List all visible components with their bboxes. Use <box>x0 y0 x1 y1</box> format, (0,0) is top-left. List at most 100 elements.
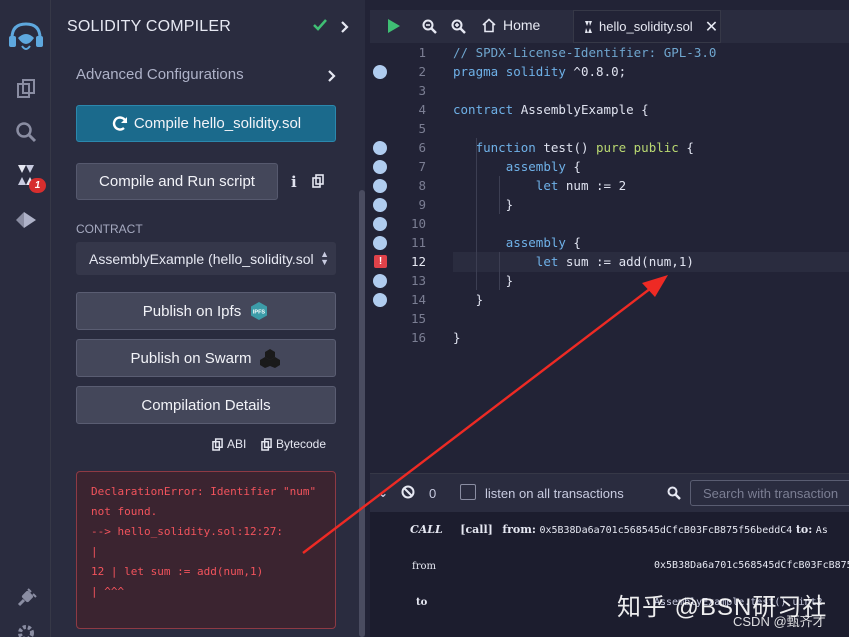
plugin-manager-icon[interactable] <box>0 585 51 611</box>
compile-error-message: DeclarationError: Identifier "num" not f… <box>76 471 336 629</box>
publish-ipfs-button[interactable]: Publish on Ipfs IPFS <box>76 292 336 330</box>
to-address: As <box>815 525 828 536</box>
breakpoint-dot-icon[interactable] <box>373 141 387 155</box>
close-tab-icon[interactable]: ✕ <box>705 17 718 37</box>
detail-from-key: from <box>412 561 436 572</box>
code-line[interactable]: // SPDX-License-Identifier: GPL-3.0 <box>453 43 716 62</box>
advanced-configurations-toggle[interactable]: Advanced Configurations <box>76 66 244 83</box>
breakpoint-dot-icon[interactable] <box>373 160 387 174</box>
breakpoint-dot-icon[interactable] <box>373 198 387 212</box>
code-line[interactable]: } <box>453 271 514 290</box>
error-line: --> hello_solidity.sol:12:27: <box>91 525 284 538</box>
chevron-right-icon[interactable] <box>328 69 336 87</box>
indent-guide <box>476 138 477 290</box>
compile-run-label: Compile and Run script <box>99 173 255 190</box>
line-number: 16 <box>410 330 426 345</box>
code-line[interactable]: contract AssemblyExample { <box>453 100 649 119</box>
breakpoint-dot-icon[interactable] <box>373 65 387 79</box>
gutter-line[interactable]: 14 <box>370 290 432 309</box>
contract-select[interactable]: AssemblyExample (hello_solidity.sol ▲ ▼ <box>76 242 336 275</box>
gutter-line[interactable]: 8 <box>370 176 432 195</box>
error-count-badge: 1 <box>29 178 46 193</box>
gutter-line[interactable]: 9 <box>370 195 432 214</box>
indent-guide <box>499 252 500 290</box>
terminal-search-input[interactable]: Search with transaction <box>690 480 849 506</box>
gutter-line[interactable]: 1 <box>370 43 432 62</box>
collapse-terminal-icon[interactable]: ⌄ <box>378 486 388 500</box>
gutter-line[interactable]: 13 <box>370 271 432 290</box>
gutter-line[interactable]: 11 <box>370 233 432 252</box>
settings-icon[interactable] <box>0 625 51 637</box>
code-line[interactable]: } <box>453 290 484 309</box>
error-line: | <box>91 545 98 558</box>
detail-to-key: to <box>416 597 428 608</box>
run-script-icon[interactable] <box>387 18 401 39</box>
copy-icon[interactable] <box>312 174 324 193</box>
line-number: 10 <box>410 216 426 231</box>
code-line[interactable]: pragma solidity ^0.8.0; <box>453 62 626 81</box>
line-number: 1 <box>418 45 426 60</box>
gutter-line[interactable]: 10 <box>370 214 432 233</box>
code-line[interactable]: } <box>453 195 514 214</box>
gutter-line[interactable]: 16 <box>370 328 432 347</box>
compile-button[interactable]: Compile hello_solidity.sol <box>76 105 336 142</box>
breakpoint-dot-icon[interactable] <box>373 293 387 307</box>
zoom-in-icon[interactable] <box>451 19 466 39</box>
call-tag: CALL <box>410 523 443 536</box>
abi-label: ABI <box>227 437 247 451</box>
compilation-details-label: Compilation Details <box>141 396 271 414</box>
panel-title: SOLIDITY COMPILER <box>67 18 232 35</box>
clear-console-icon[interactable] <box>401 485 415 504</box>
svg-text:IPFS: IPFS <box>253 310 266 316</box>
abi-copy-link[interactable]: ABI <box>212 437 246 451</box>
line-number: 6 <box>418 140 426 155</box>
breakpoint-dot-icon[interactable] <box>373 236 387 250</box>
publish-swarm-button[interactable]: Publish on Swarm <box>76 339 336 377</box>
contract-selected-value: AssemblyExample (hello_solidity.sol <box>89 250 314 267</box>
gutter-line[interactable]: 6 <box>370 138 432 157</box>
compilation-details-button[interactable]: Compilation Details <box>76 386 336 424</box>
code-editor[interactable]: 1 2 3 4 5 6 7 8 9 10 11! 12 13 14 15 16 // SPDX-License… <box>370 43 849 473</box>
gutter-line[interactable]: ! 12 <box>370 252 432 271</box>
gutter-line[interactable]: 7 <box>370 157 432 176</box>
compile-and-run-button[interactable]: Compile and Run script <box>76 163 278 200</box>
tab-file-label: hello_solidity.sol <box>599 19 693 34</box>
breakpoint-dot-icon[interactable] <box>373 217 387 231</box>
panel-chevron-right-icon[interactable] <box>341 20 349 38</box>
bytecode-label: Bytecode <box>276 437 327 451</box>
remix-logo-icon[interactable] <box>0 14 51 58</box>
file-explorer-icon[interactable] <box>0 76 51 102</box>
panel-scrollbar[interactable] <box>359 190 365 637</box>
home-icon <box>482 17 496 32</box>
deploy-run-icon[interactable] <box>0 207 51 233</box>
error-line: not found. <box>91 505 158 518</box>
zoom-out-icon[interactable] <box>422 19 437 39</box>
breakpoint-dot-icon[interactable] <box>373 179 387 193</box>
info-icon[interactable]: i <box>291 173 297 191</box>
breakpoint-dot-icon[interactable] <box>373 274 387 288</box>
code-line[interactable]: let num := 2 <box>453 176 626 195</box>
publish-swarm-label: Publish on Swarm <box>130 349 252 367</box>
gutter-line[interactable]: 3 <box>370 81 432 100</box>
terminal-log-row[interactable]: CALL [call] from: 0x5B38Da6a701c568545dC… <box>410 523 828 536</box>
compile-button-label: Compile hello_solidity.sol <box>133 115 302 132</box>
listen-all-checkbox[interactable] <box>460 484 476 500</box>
search-icon[interactable] <box>0 119 51 145</box>
bytecode-copy-link[interactable]: Bytecode <box>261 437 326 451</box>
error-line: DeclarationError: Identifier "num" <box>91 485 317 498</box>
tab-home[interactable]: Home <box>481 17 540 33</box>
gutter-line[interactable]: 15 <box>370 309 432 328</box>
gutter-line[interactable]: 4 <box>370 100 432 119</box>
line-number: 2 <box>418 64 426 79</box>
error-marker-icon[interactable]: ! <box>374 255 387 268</box>
code-line[interactable]: let sum := add(num,1) <box>453 252 694 271</box>
code-line[interactable]: assembly { <box>453 157 581 176</box>
gutter-line[interactable]: 2 <box>370 62 432 81</box>
tab-hello-solidity[interactable]: hello_solidity.sol ✕ <box>573 10 721 43</box>
line-number: 4 <box>418 102 426 117</box>
code-line[interactable]: assembly { <box>453 233 581 252</box>
code-line[interactable]: function test() pure public { <box>453 138 694 157</box>
call-text: [call] <box>460 523 493 536</box>
gutter-line[interactable]: 5 <box>370 119 432 138</box>
code-line[interactable]: } <box>453 328 461 347</box>
